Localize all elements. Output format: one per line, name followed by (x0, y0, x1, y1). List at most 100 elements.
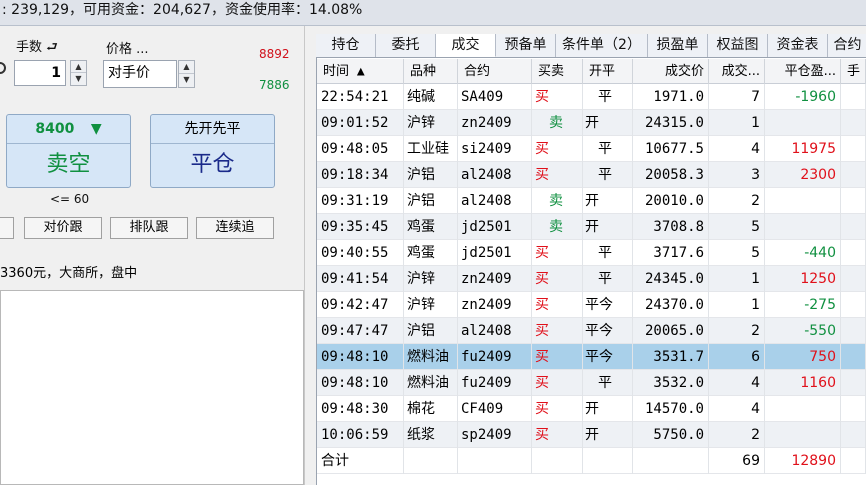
table-row[interactable]: 09:40:55 鸡蛋 jd2501 买平 3717.6 5 -440 (317, 240, 866, 266)
trade-side: 买 (532, 84, 583, 110)
trade-variety: 纸浆 (404, 422, 458, 448)
trade-extra (841, 344, 866, 370)
trade-open-close: 平 (583, 136, 633, 162)
qty-label: 手数 ⮐ (16, 40, 58, 55)
trade-contract: CF409 (458, 396, 532, 422)
trade-side: 买 (532, 318, 583, 344)
trade-variety: 沪铝 (404, 188, 458, 214)
table-header: 时间 ▲ 品种 合约 买卖 开平 成交价 成交... 平仓盈... 手 (317, 59, 866, 84)
sell-short-label: 卖空 (46, 152, 91, 177)
account-status-text: : 239,129，可用资金：204,627，资金使用率：14.08% (2, 2, 363, 18)
close-position-button[interactable]: 先开先平 平仓 (150, 114, 275, 188)
trade-qty: 1 (709, 266, 765, 292)
trade-side: 买 (532, 292, 583, 318)
trade-pnl (765, 422, 841, 448)
trade-side: 卖 (532, 110, 583, 136)
trade-qty: 1 (709, 110, 765, 136)
trade-variety: 沪锌 (404, 110, 458, 136)
sell-price-display: 8400 ▼ (7, 115, 130, 144)
qty-stepper[interactable]: ▲ ▼ (70, 60, 87, 86)
unknown-button[interactable] (0, 217, 14, 239)
col-pnl[interactable]: 平仓盈... (765, 59, 841, 84)
trade-open-close: 开 (583, 110, 633, 136)
qty-up-icon[interactable]: ▲ (71, 61, 86, 73)
tab-trades[interactable]: 成交 (436, 34, 496, 57)
counter-price-follow-button[interactable]: 对价跟 (24, 217, 102, 239)
col-qty[interactable]: 成交... (709, 59, 765, 84)
total-pnl: 12890 (765, 448, 841, 474)
trade-pnl: -440 (765, 240, 841, 266)
table-row[interactable]: 09:31:19 沪铝 al2408 卖开 20010.0 2 (317, 188, 866, 214)
trade-price: 20065.0 (633, 318, 709, 344)
price-input[interactable]: 对手价 (103, 60, 177, 88)
trade-contract: si2409 (458, 136, 532, 162)
table-row[interactable]: 22:54:21 纯碱 SA409 买平 1971.0 7 -1960 (317, 84, 866, 110)
sell-short-button[interactable]: 8400 ▼ 卖空 (6, 114, 131, 188)
trade-qty: 4 (709, 370, 765, 396)
trade-open-close: 平 (583, 370, 633, 396)
tab-prepared-orders[interactable]: 预备单 (496, 34, 556, 57)
col-side[interactable]: 买卖 (532, 59, 583, 84)
trade-side: 买 (532, 136, 583, 162)
table-row[interactable]: 10:06:59 纸浆 sp2409 买开 5750.0 2 (317, 422, 866, 448)
tab-equity-chart[interactable]: 权益图 (708, 34, 768, 57)
queue-follow-button[interactable]: 排队跟 (110, 217, 188, 239)
trade-qty: 5 (709, 240, 765, 266)
trade-pnl: -275 (765, 292, 841, 318)
trade-variety: 沪铝 (404, 162, 458, 188)
trade-qty: 2 (709, 188, 765, 214)
tab-positions[interactable]: 持仓 (316, 34, 376, 57)
trade-qty: 4 (709, 396, 765, 422)
tab-orders[interactable]: 委托 (376, 34, 436, 57)
down-arrow-icon: ▼ (90, 121, 102, 137)
trade-extra (841, 370, 866, 396)
trade-extra (841, 318, 866, 344)
continuous-chase-button[interactable]: 连续追 (196, 217, 274, 239)
qty-input[interactable]: 1 (14, 60, 66, 86)
table-row[interactable]: 09:42:47 沪锌 zn2409 买平今 24370.0 1 -275 (317, 292, 866, 318)
trade-pnl (765, 188, 841, 214)
total-qty: 69 (709, 448, 765, 474)
total-row: 合计 69 12890 (317, 448, 866, 474)
col-variety[interactable]: 品种 (404, 59, 458, 84)
return-arrow-icon[interactable]: ⮐ (46, 40, 58, 55)
trade-qty: 2 (709, 422, 765, 448)
col-contract[interactable]: 合约 (458, 59, 532, 84)
table-row[interactable]: 09:47:47 沪铝 al2408 买平今 20065.0 2 -550 (317, 318, 866, 344)
price-up-icon[interactable]: ▲ (179, 61, 194, 74)
tab-stop-orders[interactable]: 损盈单 (648, 34, 708, 57)
trade-extra (841, 162, 866, 188)
trade-extra (841, 240, 866, 266)
order-panel: 手数 ⮐ 1 ▲ ▼ 价格 ... 对手价 ▲ ▼ 8892 7886 8400… (0, 26, 305, 485)
table-row[interactable]: 09:41:54 沪锌 zn2409 买平 24345.0 1 1250 (317, 266, 866, 292)
table-row[interactable]: 09:35:45 鸡蛋 jd2501 卖开 3708.8 5 (317, 214, 866, 240)
trade-pnl (765, 214, 841, 240)
col-time[interactable]: 时间 ▲ (317, 59, 404, 84)
tab-conditional-orders[interactable]: 条件单（2） (556, 34, 648, 57)
trade-variety: 沪锌 (404, 266, 458, 292)
col-open-close[interactable]: 开平 (583, 59, 633, 84)
trade-time: 09:47:47 (317, 318, 404, 344)
trade-open-close: 开 (583, 188, 633, 214)
table-row[interactable]: 09:48:30 棉花 CF409 买开 14570.0 4 (317, 396, 866, 422)
tab-contracts[interactable]: 合约 (828, 34, 866, 57)
table-row[interactable]: 09:01:52 沪锌 zn2409 卖开 24315.0 1 (317, 110, 866, 136)
trade-price: 3531.7 (633, 344, 709, 370)
trade-contract: zn2409 (458, 292, 532, 318)
trade-price: 20010.0 (633, 188, 709, 214)
total-blank (583, 448, 633, 474)
table-row[interactable]: 09:48:05 工业硅 si2409 买平 10677.5 4 11975 (317, 136, 866, 162)
total-blank (458, 448, 532, 474)
table-row[interactable]: 09:48:10 燃料油 fu2409 买平今 3531.7 6 750 (317, 344, 866, 370)
trade-pnl (765, 396, 841, 422)
trade-open-close: 平今 (583, 344, 633, 370)
col-extra[interactable]: 手 (841, 59, 866, 84)
tab-funds-table[interactable]: 资金表 (768, 34, 828, 57)
col-price[interactable]: 成交价 (633, 59, 709, 84)
table-row[interactable]: 09:48:10 燃料油 fu2409 买平 3532.0 4 1160 (317, 370, 866, 396)
table-row[interactable]: 09:18:34 沪铝 al2408 买平 20058.3 3 2300 (317, 162, 866, 188)
qty-down-icon[interactable]: ▼ (71, 73, 86, 85)
trade-extra (841, 136, 866, 162)
price-down-icon[interactable]: ▼ (179, 74, 194, 87)
price-stepper[interactable]: ▲ ▼ (178, 60, 195, 88)
